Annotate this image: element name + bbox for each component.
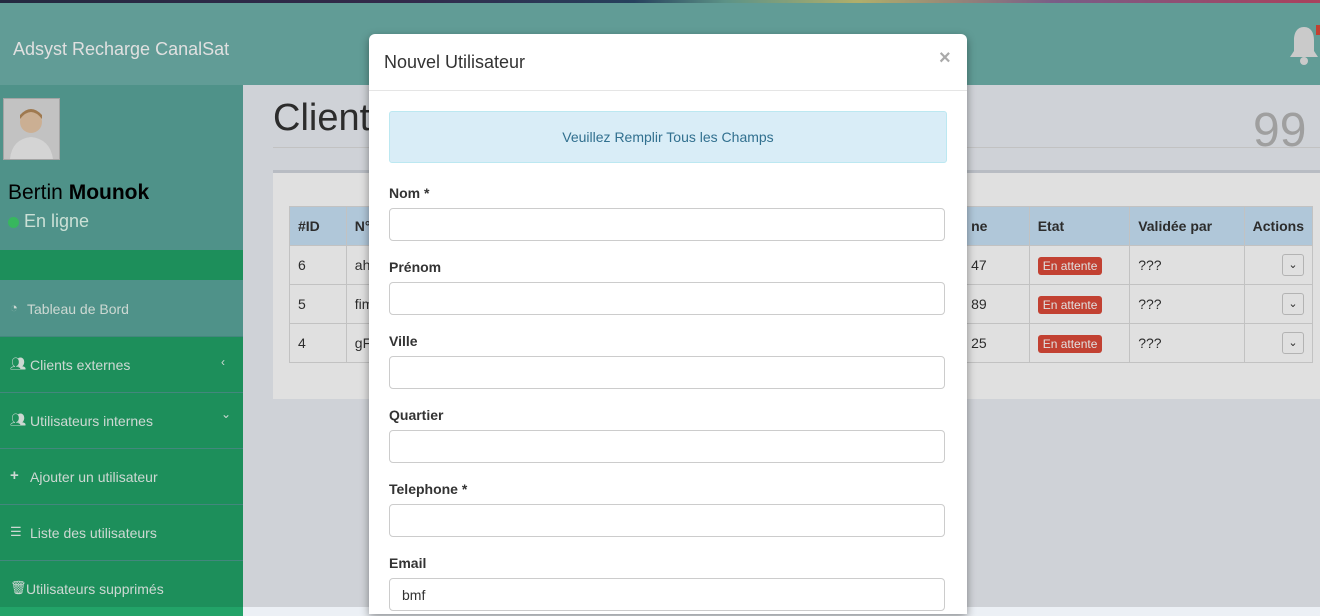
modal-header: Nouvel Utilisateur ×	[369, 34, 967, 91]
email-label: Email	[389, 555, 427, 571]
prenom-field[interactable]	[389, 282, 945, 315]
quartier-field[interactable]	[389, 430, 945, 463]
close-icon[interactable]: ×	[939, 47, 951, 70]
telephone-field[interactable]	[389, 504, 945, 537]
ville-field[interactable]	[389, 356, 945, 389]
new-user-modal: Nouvel Utilisateur × Veuillez Remplir To…	[369, 34, 967, 614]
nom-field[interactable]	[389, 208, 945, 241]
ville-label: Ville	[389, 333, 418, 349]
nom-label: Nom *	[389, 185, 430, 201]
modal-title: Nouvel Utilisateur	[384, 52, 526, 72]
prenom-label: Prénom	[389, 259, 442, 275]
email-field[interactable]	[389, 578, 945, 611]
quartier-label: Quartier	[389, 407, 444, 423]
info-alert: Veuillez Remplir Tous les Champs	[389, 111, 947, 163]
telephone-label: Telephone *	[389, 481, 468, 497]
